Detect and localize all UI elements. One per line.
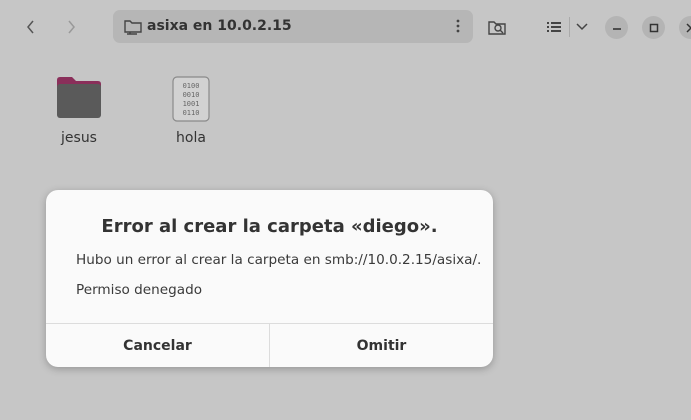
svg-text:0010: 0010 <box>183 91 200 99</box>
search-folder-icon <box>488 21 506 35</box>
file-name: hola <box>176 130 206 146</box>
maximize-button[interactable] <box>642 16 665 39</box>
kebab-menu-icon[interactable] <box>453 18 463 34</box>
dialog-title: Error al crear la carpeta «diego». <box>101 216 438 237</box>
file-name: jesus <box>61 130 97 146</box>
location-bar[interactable]: asixa en 10.0.2.15 <box>113 10 473 43</box>
header-bar: asixa en 10.0.2.15 <box>0 0 691 56</box>
list-view-icon <box>547 22 561 32</box>
svg-text:0100: 0100 <box>183 82 200 90</box>
search-button[interactable] <box>484 12 510 42</box>
svg-text:0110: 0110 <box>183 109 200 117</box>
close-icon <box>685 22 691 33</box>
close-button[interactable] <box>679 16 691 39</box>
forward-button[interactable] <box>58 14 84 40</box>
view-options-button[interactable] <box>572 12 592 42</box>
toolbar-divider <box>569 17 570 37</box>
dialog-message: Hubo un error al crear la carpeta en smb… <box>76 252 482 268</box>
location-title: asixa en 10.0.2.15 <box>147 18 292 34</box>
minimize-icon <box>612 27 621 30</box>
skip-button[interactable]: Omitir <box>269 324 493 367</box>
error-dialog: Error al crear la carpeta «diego». Hubo … <box>46 190 493 367</box>
chevron-left-icon <box>27 20 34 34</box>
chevron-down-icon <box>576 23 588 31</box>
folder-icon <box>57 77 101 118</box>
dialog-detail: Permiso denegado <box>76 282 203 298</box>
dialog-button-row: Cancelar Omitir <box>46 323 493 367</box>
chevron-right-icon <box>68 20 75 34</box>
network-folder-icon <box>124 20 142 35</box>
maximize-icon <box>649 23 658 32</box>
minimize-button[interactable] <box>605 16 628 39</box>
svg-text:1001: 1001 <box>183 100 200 108</box>
view-mode-button[interactable] <box>542 12 566 42</box>
binary-file-icon: 0100 0010 1001 0110 <box>172 76 210 122</box>
back-button[interactable] <box>18 14 44 40</box>
cancel-button[interactable]: Cancelar <box>46 324 269 367</box>
